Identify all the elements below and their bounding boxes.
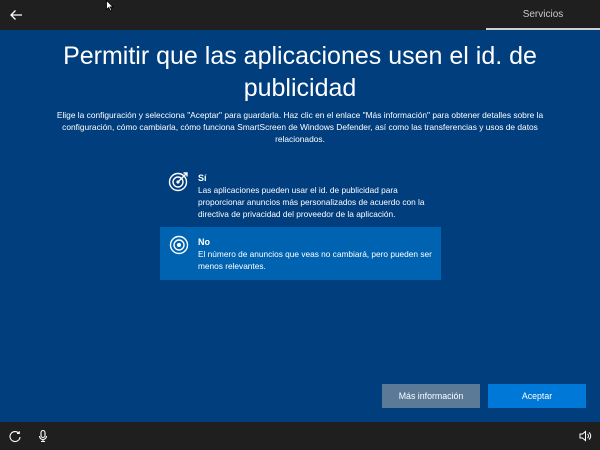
back-arrow-icon — [10, 10, 22, 20]
ease-of-access-icon[interactable] — [8, 429, 22, 443]
option-si-title: Sí — [198, 173, 207, 183]
option-no[interactable]: No El número de anuncios que veas no cam… — [160, 227, 441, 280]
option-si-description: Las aplicaciones pueden usar el id. de p… — [198, 185, 425, 219]
option-no-description: El número de anuncios que veas no cambia… — [198, 249, 432, 271]
bottom-bar — [0, 422, 600, 450]
mouse-pointer-icon — [106, 0, 114, 12]
option-no-title: No — [198, 237, 210, 247]
page-description: Elige la configuración y selecciona "Ace… — [56, 110, 544, 144]
back-button[interactable] — [4, 3, 28, 27]
page-title: Permitir que las aplicaciones usen el id… — [63, 42, 537, 102]
radio-target-icon — [169, 235, 189, 255]
microphone-icon[interactable] — [36, 429, 50, 443]
target-icon — [168, 172, 188, 192]
more-info-button[interactable]: Más información — [382, 384, 480, 408]
accept-button[interactable]: Aceptar — [488, 384, 586, 408]
option-si[interactable]: Sí Las aplicaciones pueden usar el id. d… — [160, 163, 441, 223]
top-bar: Servicios — [0, 0, 600, 30]
tab-servicios[interactable]: Servicios — [486, 0, 600, 30]
volume-icon[interactable] — [578, 429, 592, 443]
